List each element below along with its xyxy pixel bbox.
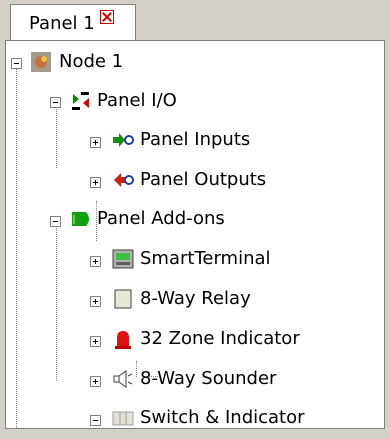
- input-arrow-icon: [113, 133, 134, 147]
- tree-item-panel-inputs[interactable]: Panel Inputs: [140, 129, 250, 151]
- expand-relay-icon[interactable]: [90, 296, 101, 307]
- tree-line: [56, 221, 57, 381]
- output-arrow-icon: [114, 173, 134, 187]
- tree-view[interactable]: Node 1 Panel I/O Panel Inputs Panel Outp…: [5, 40, 385, 429]
- collapse-node1-icon[interactable]: [11, 58, 22, 69]
- panel-window: Panel 1 Node 1 Panel I/O Panel Inputs Pa…: [0, 0, 390, 439]
- collapse-panel-addons-icon[interactable]: [50, 216, 61, 227]
- tree-line: [16, 65, 17, 428]
- tree-item-relay[interactable]: 8-Way Relay: [140, 288, 251, 310]
- tab-panel-1[interactable]: Panel 1: [10, 4, 136, 41]
- tree-line: [136, 361, 137, 377]
- panel-io-icon: [72, 92, 89, 110]
- tree-item-panel-addons[interactable]: Panel Add-ons: [97, 208, 225, 230]
- collapse-switch-indicator-icon[interactable]: [90, 415, 101, 426]
- addons-icon: [72, 212, 89, 226]
- expand-sounder-icon[interactable]: [90, 376, 101, 387]
- tree-item-panel-io[interactable]: Panel I/O: [97, 90, 177, 112]
- tree-item-switch-indicator[interactable]: Switch & Indicator: [140, 407, 305, 428]
- expand-panel-outputs-icon[interactable]: [90, 177, 101, 188]
- alarm-bell-icon: [115, 331, 131, 349]
- node-icon: [31, 52, 51, 72]
- tree-item-panel-outputs[interactable]: Panel Outputs: [140, 169, 266, 191]
- collapse-panel-io-icon[interactable]: [50, 97, 61, 108]
- speaker-icon: [113, 370, 133, 388]
- tree-item-zone-indicator[interactable]: 32 Zone Indicator: [140, 328, 300, 350]
- close-icon[interactable]: [100, 10, 114, 24]
- tab-label: Panel 1: [29, 13, 95, 34]
- tree-item-smart-terminal[interactable]: SmartTerminal: [140, 248, 271, 270]
- expand-panel-inputs-icon[interactable]: [90, 137, 101, 148]
- expand-smart-terminal-icon[interactable]: [90, 256, 101, 267]
- switch-icon: [112, 411, 134, 426]
- terminal-icon: [112, 249, 134, 269]
- expand-zone-indicator-icon[interactable]: [90, 336, 101, 347]
- relay-icon: [114, 289, 132, 309]
- tree-line: [56, 104, 57, 168]
- tab-strip: Panel 1: [0, 0, 390, 41]
- tree-item-node1[interactable]: Node 1: [59, 51, 123, 73]
- tree-item-sounder[interactable]: 8-Way Sounder: [140, 368, 276, 390]
